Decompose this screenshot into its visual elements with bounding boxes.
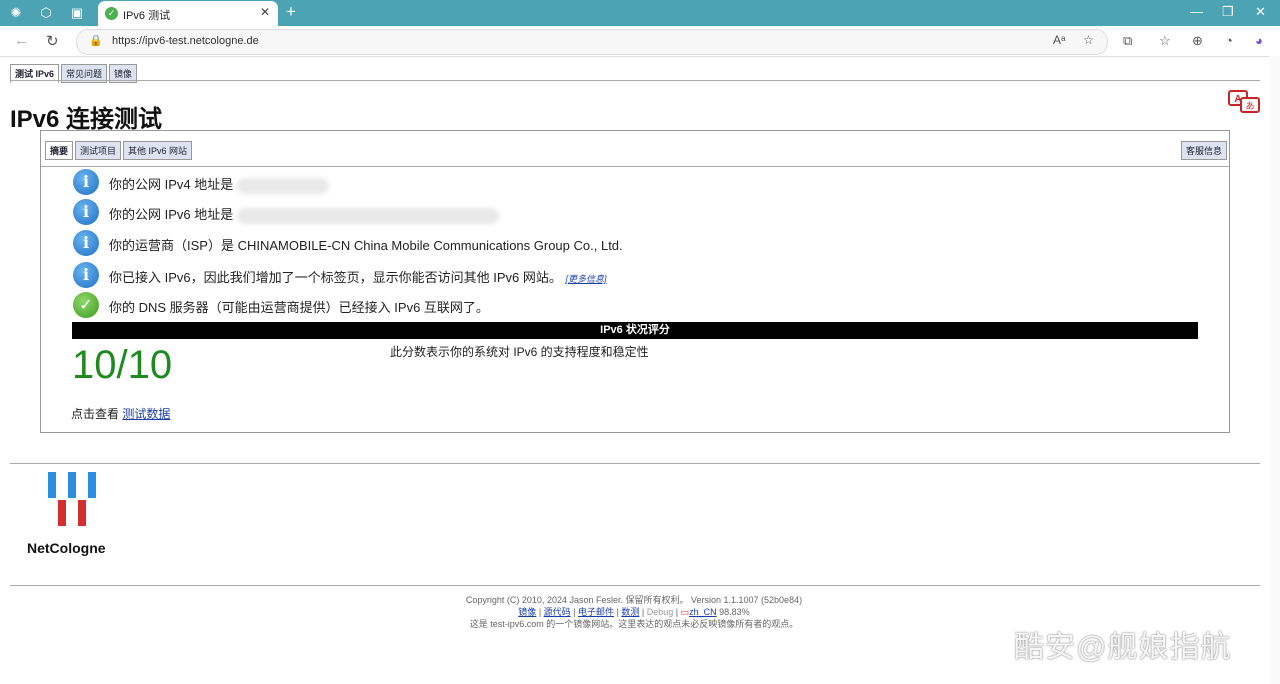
footer-links: 镜像 | 源代码 | 电子邮件 | 数测 | Debug | ▭zh_CN 98… [518, 607, 750, 617]
divider [41, 166, 1229, 167]
score-header: IPv6 状况评分 [72, 322, 1198, 339]
divider [10, 80, 1260, 81]
copyright: Copyright (C) 2010, 2024 Jason Fesler. 保… [465, 595, 803, 605]
watermark: 酷安@舰娘指航 [1014, 631, 1232, 664]
result-text: 你的 DNS 服务器（可能由运营商提供）已经接入 IPv6 互联网了。 [109, 300, 489, 315]
openai-icon[interactable]: ✺ [7, 4, 25, 22]
back-icon[interactable]: ← [14, 32, 29, 49]
score-value: 10/10 [72, 343, 173, 387]
result-text: 你的公网 IPv4 地址是 [109, 177, 237, 192]
result-text: 你的运营商（ISP）是 CHINAMOBILE-CN China Mobile … [109, 238, 623, 253]
see-data-prefix: 点击查看 [71, 407, 123, 421]
collections-icon[interactable]: ⊕ [1192, 33, 1203, 49]
read-aloud-icon[interactable]: Aᵃ [1053, 33, 1065, 47]
favorites-icon[interactable]: ☆ [1159, 33, 1171, 49]
score-description: 此分数表示你的系统对 IPv6 的支持程度和稳定性 [390, 345, 649, 359]
divider [10, 463, 1260, 464]
divider [10, 585, 1260, 586]
flag-icon: ▭ [680, 607, 690, 617]
address-bar-row: ← ↻ 🔒 https://ipv6-test.netcologne.de Aᵃ… [0, 26, 1280, 57]
tab-title: IPv6 测试 [123, 10, 171, 22]
tab-summary[interactable]: 摘要 [45, 141, 74, 160]
footer-link-source[interactable]: 源代码 [544, 607, 571, 617]
footer-link-locale[interactable]: zh_CN [689, 607, 717, 617]
test-data-link[interactable]: 测试数据 [122, 407, 170, 421]
info-icon: i [73, 262, 99, 288]
restore-icon[interactable]: ❐ [1222, 4, 1234, 20]
tab-other-ipv6-sites[interactable]: 其他 IPv6 网站 [123, 141, 193, 160]
close-tab-icon[interactable]: ✕ [260, 5, 270, 19]
footer-link-email[interactable]: 电子邮件 [578, 607, 614, 617]
logo-text: NetCologne [27, 540, 106, 556]
profile-icon[interactable]: ◔ [1225, 33, 1233, 48]
check-favicon-icon: ✓ [105, 7, 118, 20]
more-info-link[interactable]: [更多信息] [566, 274, 607, 284]
redacted-ip [236, 207, 499, 224]
lock-icon[interactable]: 🔒 [89, 34, 103, 47]
browser-tab-bar: ✺ ⬡ ▣ ✓ IPv6 测试 ✕ + — ❐ ✕ [0, 0, 1280, 26]
result-text: 你的公网 IPv6 地址是 [109, 207, 237, 222]
tab-actions-icon[interactable]: ▣ [68, 4, 86, 22]
tab-test-items[interactable]: 测试项目 [75, 141, 122, 160]
new-tab-icon[interactable]: + [286, 2, 296, 22]
inner-tabs: 摘要 测试项目 其他 IPv6 网站 [45, 141, 194, 160]
url-field[interactable]: 🔒 https://ipv6-test.netcologne.de Aᵃ ☆ [76, 29, 1108, 55]
url-text: https://ipv6-test.netcologne.de [112, 35, 259, 47]
results-panel: 摘要 测试项目 其他 IPv6 网站 客服信息 i 你的公网 IPv4 地址是 i … [40, 130, 1230, 433]
workspaces-icon[interactable]: ⬡ [37, 4, 55, 22]
info-icon: i [73, 230, 99, 256]
refresh-icon[interactable]: ↻ [46, 32, 59, 50]
extensions-icon[interactable]: ⧉ [1123, 33, 1132, 49]
browser-tab-active[interactable]: ✓ IPv6 测试 ✕ [98, 1, 278, 26]
close-window-icon[interactable]: ✕ [1255, 4, 1266, 20]
copilot-icon[interactable]: ◕ [1255, 33, 1263, 48]
info-icon: i [73, 169, 99, 195]
see-test-data: 点击查看 测试数据 [71, 405, 170, 422]
info-icon: i [73, 199, 99, 225]
scrollbar[interactable] [1270, 56, 1280, 684]
footer-link-stats[interactable]: 数测 [621, 607, 639, 617]
minimize-icon[interactable]: — [1190, 4, 1203, 19]
redacted-ip [236, 177, 329, 194]
svg-text:あ: あ [1245, 101, 1254, 112]
favorite-star-icon[interactable]: ☆ [1083, 33, 1094, 47]
result-text: 你已接入 IPv6，因此我们增加了一个标签页，显示你能否访问其他 IPv6 网站… [109, 270, 562, 285]
footer-debug[interactable]: Debug [647, 607, 674, 617]
check-icon: ✓ [73, 292, 99, 318]
locale-percent: 98.83% [719, 607, 750, 617]
page-title: IPv6 连接测试 [10, 106, 163, 133]
footer-link-mirrors[interactable]: 镜像 [518, 607, 536, 617]
tab-support-info[interactable]: 客服信息 [1181, 141, 1227, 160]
translate-icon[interactable]: A あ [1228, 90, 1260, 114]
